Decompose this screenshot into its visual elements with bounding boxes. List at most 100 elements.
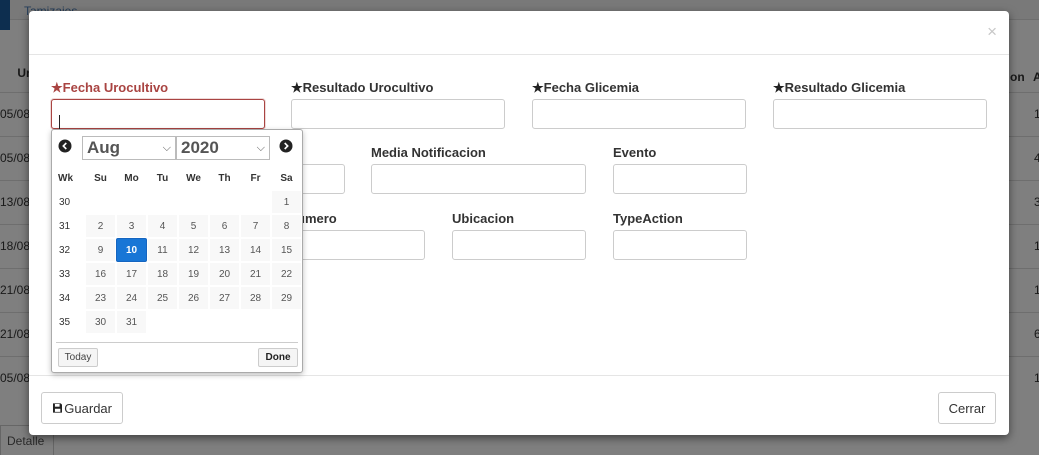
calendar-day[interactable]: 31 bbox=[116, 310, 147, 334]
calendar-day[interactable]: 20 bbox=[209, 262, 240, 286]
fecha-urocultivo-label-text: Fecha Urocultivo bbox=[62, 80, 169, 95]
calendar-day[interactable]: 3 bbox=[116, 214, 147, 238]
modal-dialog: × ★Fecha Urocultivo ★Resultado Urocultiv… bbox=[29, 11, 1009, 435]
calendar-day[interactable]: 6 bbox=[209, 214, 240, 238]
save-button[interactable]: Guardar bbox=[41, 392, 123, 424]
ubicacion-label: Ubicacion bbox=[452, 211, 515, 226]
calendar-day[interactable]: 26 bbox=[178, 286, 209, 310]
calendar-empty-cell bbox=[240, 190, 271, 214]
required-star-icon: ★ bbox=[532, 80, 544, 95]
calendar-day[interactable]: 25 bbox=[147, 286, 178, 310]
media-notificacion-input[interactable] bbox=[371, 164, 586, 194]
calendar-day[interactable]: 23 bbox=[85, 286, 116, 310]
calendar-empty-cell bbox=[116, 190, 147, 214]
weekday-header-row: Wk Su Mo Tu We Th Fr Sa bbox=[54, 166, 302, 190]
calendar-empty-cell bbox=[209, 310, 240, 334]
calendar-grid: Wk Su Mo Tu We Th Fr Sa 30 1 31 2 3 4 5 6 7 8 32 9 1… bbox=[54, 166, 302, 334]
datepicker-header: Aug ⌵ 2020 ⌵ bbox=[52, 130, 302, 166]
typeaction-input[interactable] bbox=[613, 230, 747, 260]
chevron-down-icon: ⌵ bbox=[256, 141, 265, 154]
calendar-day[interactable]: 7 bbox=[240, 214, 271, 238]
calendar-day[interactable]: 28 bbox=[240, 286, 271, 310]
calendar-day[interactable]: 24 bbox=[116, 286, 147, 310]
calendar-day[interactable]: 17 bbox=[116, 262, 147, 286]
resultado-urocultivo-label: ★Resultado Urocultivo bbox=[291, 80, 433, 96]
modal-footer: Guardar Cerrar bbox=[29, 375, 1009, 435]
calendar-day[interactable]: 13 bbox=[209, 238, 240, 262]
month-select[interactable]: Aug ⌵ bbox=[82, 136, 176, 160]
fecha-glicemia-label-text: Fecha Glicemia bbox=[543, 80, 640, 95]
calendar-day[interactable]: 5 bbox=[178, 214, 209, 238]
close-button[interactable]: Cerrar bbox=[938, 392, 996, 424]
modal-header: × bbox=[29, 11, 1009, 55]
typeaction-label: TypeAction bbox=[613, 211, 683, 226]
fecha-urocultivo-label: ★Fecha Urocultivo bbox=[51, 80, 168, 96]
numero-input[interactable] bbox=[291, 230, 425, 260]
chevron-down-icon: ⌵ bbox=[162, 141, 171, 154]
week-number: 34 bbox=[54, 286, 85, 310]
week-number: 35 bbox=[54, 310, 85, 334]
weekday-header: We bbox=[186, 172, 201, 184]
resultado-glicemia-input[interactable] bbox=[773, 99, 987, 129]
required-star-icon: ★ bbox=[51, 80, 63, 95]
datepicker-footer: Today Done bbox=[56, 342, 298, 372]
calendar-day[interactable]: 21 bbox=[240, 262, 271, 286]
calendar-day[interactable]: 2 bbox=[85, 214, 116, 238]
media-notificacion-label: Media Notificacion bbox=[371, 145, 486, 160]
resultado-glicemia-label: ★Resultado Glicemia bbox=[773, 80, 905, 96]
calendar-week-row: 34 23 24 25 26 27 28 29 bbox=[54, 286, 302, 310]
datepicker-popup: Aug ⌵ 2020 ⌵ Wk Su Mo Tu We Th Fr Sa 30 … bbox=[51, 129, 303, 373]
calendar-day[interactable]: 1 bbox=[271, 190, 302, 214]
resultado-urocultivo-label-text: Resultado Urocultivo bbox=[302, 80, 434, 95]
calendar-week-row: 32 9 10 11 12 13 14 15 bbox=[54, 238, 302, 262]
calendar-day[interactable]: 14 bbox=[240, 238, 271, 262]
calendar-empty-cell bbox=[178, 310, 209, 334]
calendar-day[interactable]: 27 bbox=[209, 286, 240, 310]
weekday-header: Mo bbox=[124, 172, 139, 184]
week-number: 30 bbox=[54, 190, 85, 214]
calendar-day[interactable]: 22 bbox=[271, 262, 302, 286]
evento-input[interactable] bbox=[613, 164, 747, 194]
save-button-label: Guardar bbox=[64, 400, 112, 416]
ubicacion-input[interactable] bbox=[452, 230, 586, 260]
calendar-empty-cell bbox=[240, 310, 271, 334]
weekday-header: Su bbox=[94, 172, 107, 184]
calendar-day[interactable]: 4 bbox=[147, 214, 178, 238]
calendar-day[interactable]: 29 bbox=[271, 286, 302, 310]
calendar-day-selected[interactable]: 10 bbox=[116, 238, 147, 262]
calendar-empty-cell bbox=[209, 190, 240, 214]
close-icon[interactable]: × bbox=[987, 23, 997, 40]
resultado-glicemia-label-text: Resultado Glicemia bbox=[784, 80, 906, 95]
calendar-day[interactable]: 9 bbox=[85, 238, 116, 262]
fecha-glicemia-label: ★Fecha Glicemia bbox=[532, 80, 639, 96]
calendar-day[interactable]: 11 bbox=[147, 238, 178, 262]
week-number: 33 bbox=[54, 262, 85, 286]
today-button[interactable]: Today bbox=[58, 348, 98, 367]
calendar-day[interactable]: 8 bbox=[271, 214, 302, 238]
fecha-glicemia-input[interactable] bbox=[532, 99, 746, 129]
calendar-day[interactable]: 15 bbox=[271, 238, 302, 262]
calendar-day[interactable]: 12 bbox=[178, 238, 209, 262]
week-number: 31 bbox=[54, 214, 85, 238]
calendar-day[interactable]: 16 bbox=[85, 262, 116, 286]
done-button[interactable]: Done bbox=[258, 348, 298, 367]
previous-month-icon[interactable] bbox=[58, 139, 72, 153]
calendar-day[interactable]: 19 bbox=[178, 262, 209, 286]
resultado-urocultivo-input[interactable] bbox=[291, 99, 505, 129]
calendar-day[interactable]: 30 bbox=[85, 310, 116, 334]
fecha-urocultivo-input[interactable] bbox=[51, 99, 265, 129]
weekday-header: Sa bbox=[280, 172, 293, 184]
required-star-icon: ★ bbox=[291, 80, 303, 95]
weekday-header: Tu bbox=[156, 172, 169, 184]
calendar-empty-cell bbox=[147, 310, 178, 334]
calendar-empty-cell bbox=[147, 190, 178, 214]
next-month-icon[interactable] bbox=[279, 139, 293, 153]
year-select[interactable]: 2020 ⌵ bbox=[176, 136, 270, 160]
weekday-header: Th bbox=[218, 172, 231, 184]
calendar-day[interactable]: 18 bbox=[147, 262, 178, 286]
month-select-value: Aug bbox=[87, 138, 121, 157]
calendar-week-row: 31 2 3 4 5 6 7 8 bbox=[54, 214, 302, 238]
calendar-body: 30 1 31 2 3 4 5 6 7 8 32 9 10 11 12 13 14 15 33 16 17 18 19 20 2… bbox=[54, 190, 302, 334]
week-number-header: Wk bbox=[58, 172, 73, 184]
evento-label: Evento bbox=[613, 145, 657, 160]
